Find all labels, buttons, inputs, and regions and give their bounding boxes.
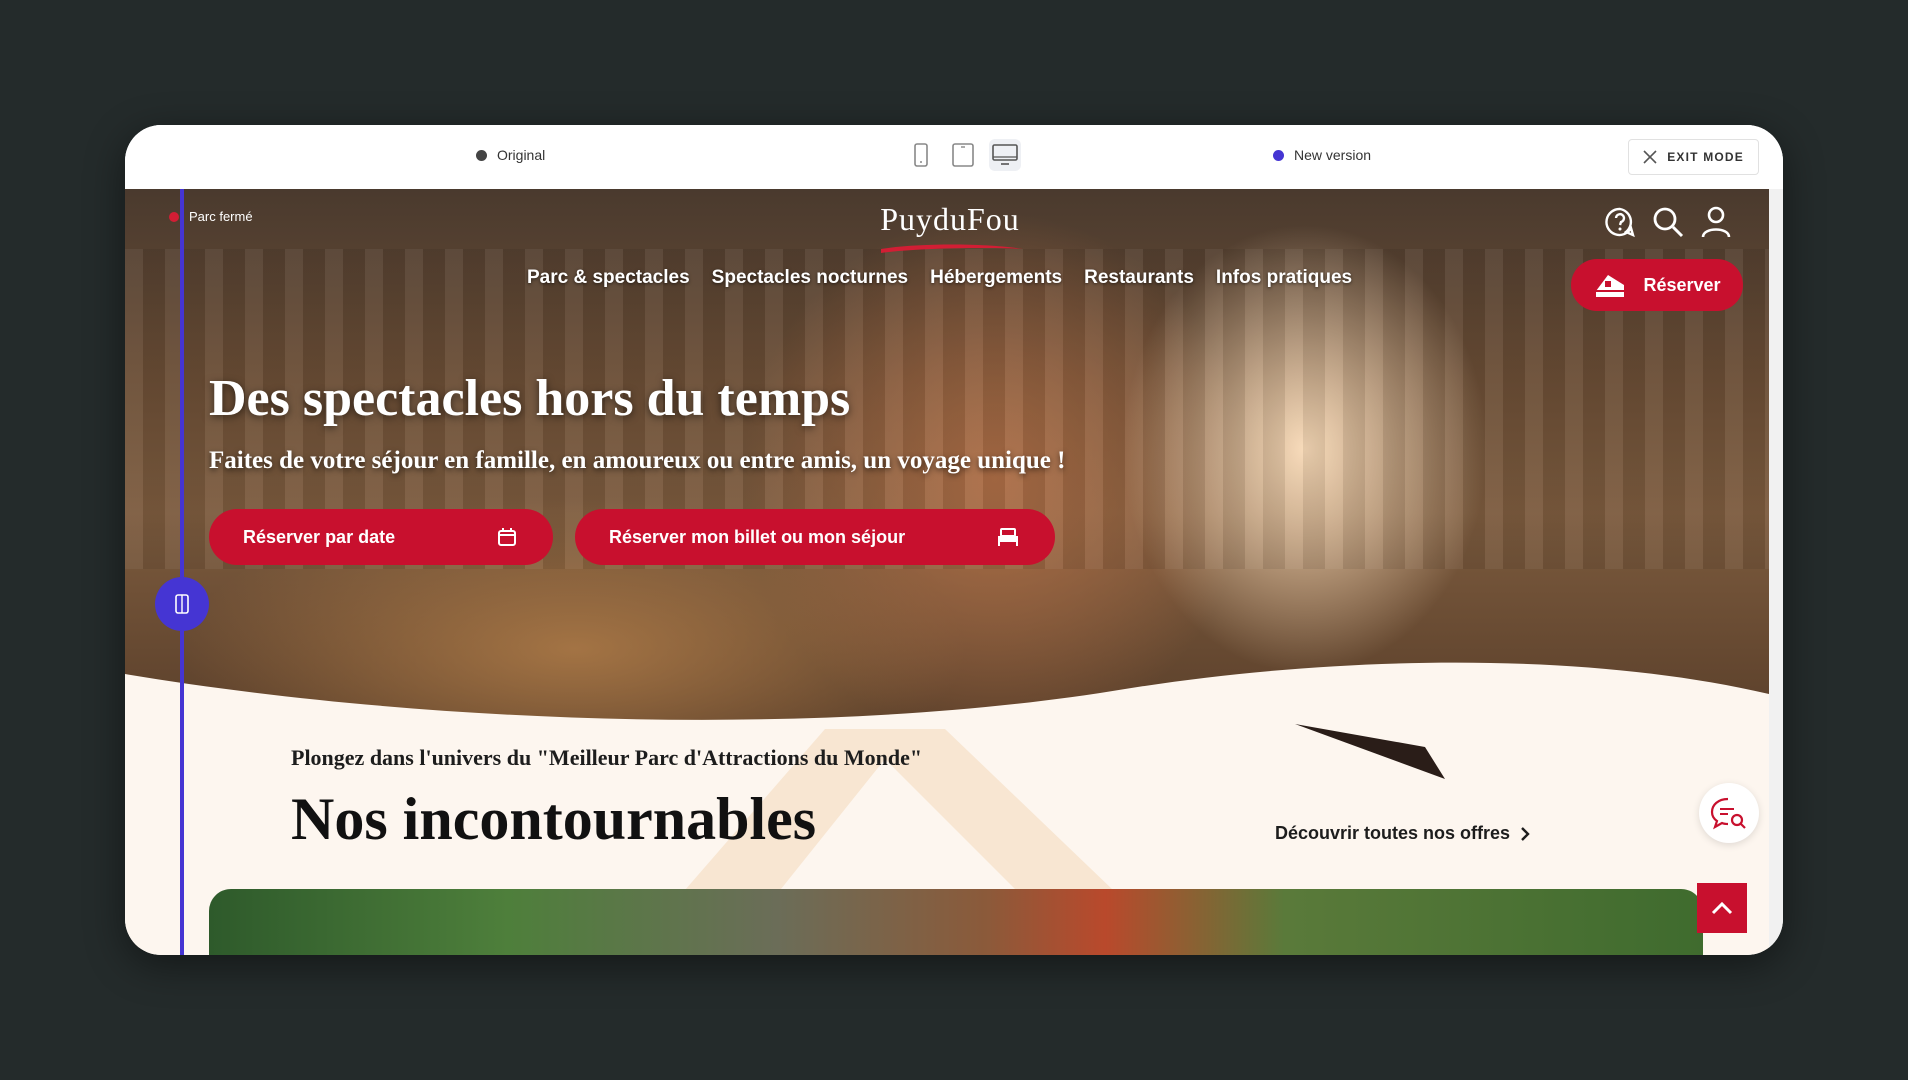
desktop-device-button[interactable]: [989, 139, 1021, 171]
new-version-dot: [1273, 149, 1284, 161]
featured-card-image[interactable]: [209, 889, 1703, 955]
mobile-device-button[interactable]: [905, 139, 937, 171]
compare-slider-handle[interactable]: [155, 577, 209, 631]
hero-title: Des spectacles hors du temps: [209, 370, 851, 427]
original-label[interactable]: Original: [476, 147, 545, 163]
calendar-icon: [498, 528, 516, 546]
desktop-icon: [992, 144, 1018, 165]
site-logo[interactable]: PuyduFou: [870, 201, 1030, 238]
section-title: Nos incontournables: [291, 786, 817, 852]
site-viewport: Parc fermé PuyduFou Parc & spectacles Sp…: [125, 189, 1769, 955]
hero-subtitle: Faites de votre séjour en famille, en am…: [209, 447, 1066, 474]
search-icon: [1653, 207, 1684, 238]
compare-window: Original New version EXIT MODE Parc ferm…: [125, 125, 1783, 955]
chat-search-icon: [1710, 797, 1746, 830]
close-icon: [1643, 150, 1657, 164]
back-to-top-button[interactable]: [1697, 883, 1747, 933]
tablet-device-button[interactable]: [947, 139, 979, 171]
search-button[interactable]: [1651, 205, 1685, 239]
nav-item-nocturnes[interactable]: Spectacles nocturnes: [712, 267, 908, 289]
book-by-date-button[interactable]: Réserver par date: [209, 509, 553, 565]
logo-swoosh: [881, 244, 1023, 253]
discover-offers-link[interactable]: Découvrir toutes nos offres: [1275, 823, 1530, 844]
exit-mode-button[interactable]: EXIT MODE: [1628, 139, 1759, 175]
nav-item-parc[interactable]: Parc & spectacles: [527, 267, 690, 289]
chevron-right-icon: [1521, 826, 1530, 841]
compare-toolbar: Original New version EXIT MODE: [125, 125, 1783, 189]
user-icon: [1701, 206, 1731, 238]
status-dot: [169, 211, 179, 222]
compare-divider[interactable]: [180, 189, 184, 955]
chat-button[interactable]: [1699, 783, 1759, 843]
book-stay-button[interactable]: Réserver mon billet ou mon séjour: [575, 509, 1055, 565]
help-button[interactable]: [1603, 205, 1637, 239]
drag-handle-icon: [175, 594, 189, 614]
nav-item-infos[interactable]: Infos pratiques: [1216, 267, 1352, 289]
chevron-up-icon: [1711, 901, 1733, 915]
device-switcher: [905, 139, 1021, 171]
reserve-button[interactable]: Réserver: [1571, 259, 1743, 311]
tablet-icon: [952, 143, 974, 167]
scrollbar[interactable]: [1769, 189, 1783, 955]
section-kicker: Plongez dans l'univers du "Meilleur Parc…: [291, 745, 923, 770]
new-version-label[interactable]: New version: [1273, 147, 1371, 163]
original-dot: [476, 149, 487, 161]
bed-icon: [998, 528, 1018, 546]
nav-item-restaurants[interactable]: Restaurants: [1084, 267, 1194, 289]
nav-item-hebergements[interactable]: Hébergements: [930, 267, 1062, 289]
mobile-icon: [914, 143, 928, 167]
account-button[interactable]: [1699, 205, 1733, 239]
ticket-icon: [1596, 275, 1625, 297]
help-icon: [1605, 207, 1635, 238]
header-icons: [1603, 205, 1733, 239]
main-nav: Parc & spectacles Spectacles nocturnes H…: [527, 267, 1352, 289]
